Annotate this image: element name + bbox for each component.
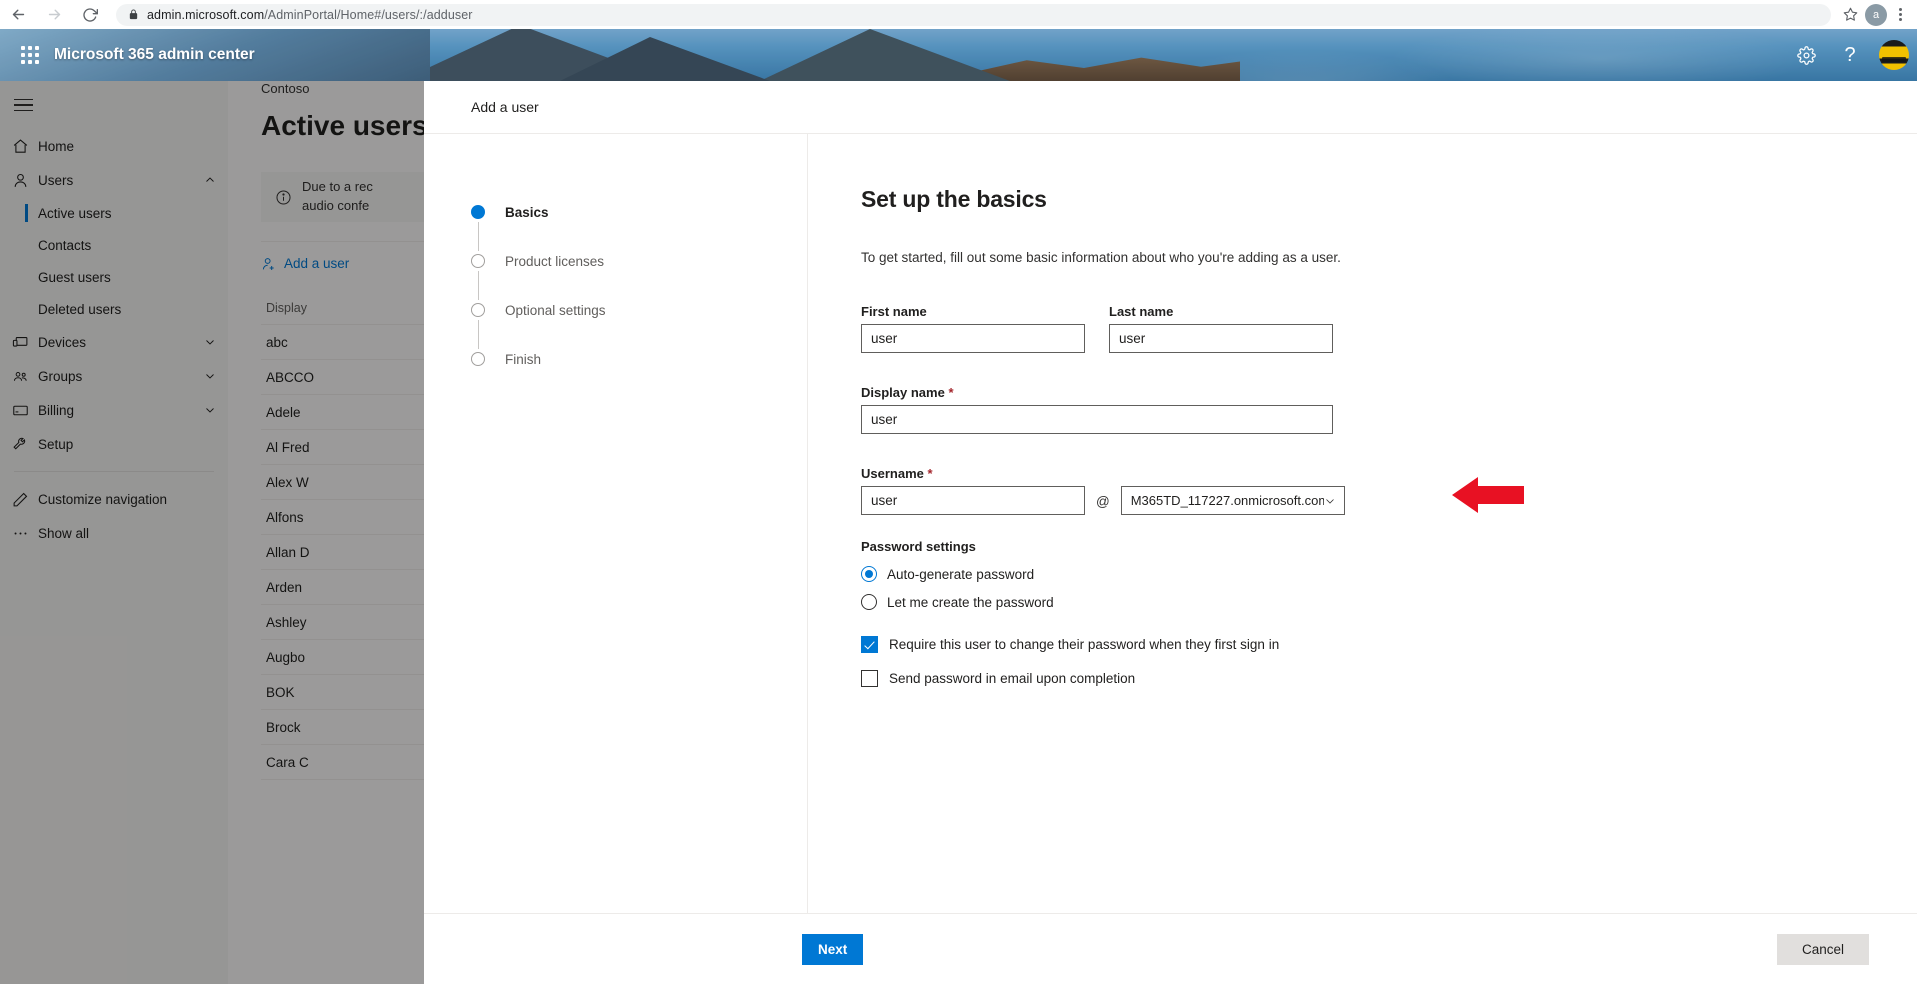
username-value: user xyxy=(871,493,898,508)
checkbox-icon-checked xyxy=(861,636,878,653)
next-button[interactable]: Next xyxy=(802,933,864,965)
add-user-panel: Add a user Basics Product licenses Optio… xyxy=(424,81,1917,984)
radio-label: Auto-generate password xyxy=(887,566,1035,582)
radio-icon-selected xyxy=(861,566,877,582)
wizard-step-product-licenses[interactable]: Product licenses xyxy=(471,251,807,271)
last-name-label: Last name xyxy=(1109,304,1174,319)
app-launcher-icon[interactable] xyxy=(6,29,54,81)
last-name-field[interactable]: user xyxy=(1109,324,1333,353)
checkbox-require-password-change[interactable]: Require this user to change their passwo… xyxy=(861,636,1917,653)
address-bar[interactable]: admin.microsoft.com/AdminPortal/Home#/us… xyxy=(116,3,1831,26)
user-avatar[interactable] xyxy=(1879,40,1909,70)
star-icon[interactable] xyxy=(1837,2,1863,28)
domain-select-value: M365TD_117227.onmicrosoft.com xyxy=(1130,493,1324,508)
username-label-text: Username xyxy=(861,466,924,481)
required-marker: * xyxy=(948,385,954,400)
step-dot-icon xyxy=(471,205,485,219)
wizard-step-label: Product licenses xyxy=(505,253,605,269)
wizard-step-basics[interactable]: Basics xyxy=(471,202,807,222)
display-name-group: Display name * user xyxy=(861,385,1917,434)
checkbox-label: Require this user to change their passwo… xyxy=(889,637,1280,652)
first-name-field[interactable]: user xyxy=(861,324,1085,353)
basics-form: Set up the basics To get started, fill o… xyxy=(808,134,1917,913)
browser-right-actions: a xyxy=(1837,2,1917,28)
chevron-down-icon xyxy=(1324,495,1336,507)
last-name-group: Last name user xyxy=(1109,304,1333,353)
name-fields-row: First name user Last name user xyxy=(861,304,1917,353)
suite-title[interactable]: Microsoft 365 admin center xyxy=(54,29,255,81)
forward-arrow-icon[interactable] xyxy=(36,0,72,29)
wizard-step-finish[interactable]: Finish xyxy=(471,349,807,369)
help-question-icon[interactable]: ? xyxy=(1835,40,1865,70)
wizard-connector xyxy=(477,320,479,349)
at-symbol: @ xyxy=(1096,494,1110,509)
wizard-step-label: Basics xyxy=(505,204,549,220)
kebab-menu-icon[interactable] xyxy=(1889,2,1911,28)
wizard-step-label: Optional settings xyxy=(505,302,606,318)
wizard-connector xyxy=(477,271,479,300)
gear-icon[interactable] xyxy=(1791,40,1821,70)
url-domain: admin.microsoft.com xyxy=(147,7,265,22)
wizard-step-optional-settings[interactable]: Optional settings xyxy=(471,300,807,320)
panel-footer: Next Cancel xyxy=(424,913,1917,984)
cancel-button[interactable]: Cancel xyxy=(1777,933,1869,965)
panel-title: Add a user xyxy=(471,99,539,115)
panel-header: Add a user xyxy=(424,81,1917,134)
required-marker: * xyxy=(927,466,933,481)
step-dot-icon xyxy=(471,303,485,317)
url-text: admin.microsoft.com/AdminPortal/Home#/us… xyxy=(147,8,473,22)
panel-body: Basics Product licenses Optional setting… xyxy=(424,134,1917,913)
browser-profile-avatar[interactable]: a xyxy=(1865,3,1887,26)
lock-icon xyxy=(128,8,139,21)
step-dot-icon xyxy=(471,352,485,366)
first-name-group: First name user xyxy=(861,304,1085,353)
wizard-steps: Basics Product licenses Optional setting… xyxy=(424,134,808,913)
first-name-value: user xyxy=(871,331,898,346)
header-banner-image xyxy=(0,29,1917,81)
url-path: /AdminPortal/Home#/users/:/adduser xyxy=(264,7,473,22)
screen-root: admin.microsoft.com/AdminPortal/Home#/us… xyxy=(0,0,1917,984)
radio-auto-generate-password[interactable]: Auto-generate password xyxy=(861,566,1917,582)
red-left-arrow-icon xyxy=(1452,477,1524,513)
checkbox-send-password-email[interactable]: Send password in email upon completion xyxy=(861,670,1917,687)
suite-header: Microsoft 365 admin center ? xyxy=(0,29,1917,81)
browser-toolbar: admin.microsoft.com/AdminPortal/Home#/us… xyxy=(0,0,1917,29)
checkbox-label: Send password in email upon completion xyxy=(889,671,1136,686)
radio-icon xyxy=(861,594,877,610)
back-arrow-icon[interactable] xyxy=(0,0,36,29)
display-name-value: user xyxy=(871,412,898,427)
display-name-label-text: Display name xyxy=(861,385,945,400)
username-row: user @ M365TD_117227.onmicrosoft.com xyxy=(861,486,1917,515)
checkbox-icon xyxy=(861,670,878,687)
wizard-connector xyxy=(477,222,479,251)
form-heading: Set up the basics xyxy=(861,186,1047,212)
username-field[interactable]: user xyxy=(861,486,1085,515)
reload-icon[interactable] xyxy=(72,0,108,29)
last-name-value: user xyxy=(1119,331,1146,346)
suite-actions: ? xyxy=(1791,29,1909,81)
first-name-label: First name xyxy=(861,304,927,319)
display-name-field[interactable]: user xyxy=(861,405,1333,434)
domain-select[interactable]: M365TD_117227.onmicrosoft.com xyxy=(1120,486,1345,515)
username-label: Username * xyxy=(861,466,1917,481)
banner-shade xyxy=(0,29,1917,81)
wizard-step-label: Finish xyxy=(505,351,542,367)
radio-let-me-create-password[interactable]: Let me create the password xyxy=(861,594,1917,610)
username-group: Username * user @ M365TD_117227.onmicros… xyxy=(861,466,1917,515)
password-settings-title: Password settings xyxy=(861,539,976,554)
step-dot-icon xyxy=(471,254,485,268)
display-name-label: Display name * xyxy=(861,385,1917,400)
radio-label: Let me create the password xyxy=(887,594,1054,610)
form-description: To get started, fill out some basic info… xyxy=(861,250,1341,265)
